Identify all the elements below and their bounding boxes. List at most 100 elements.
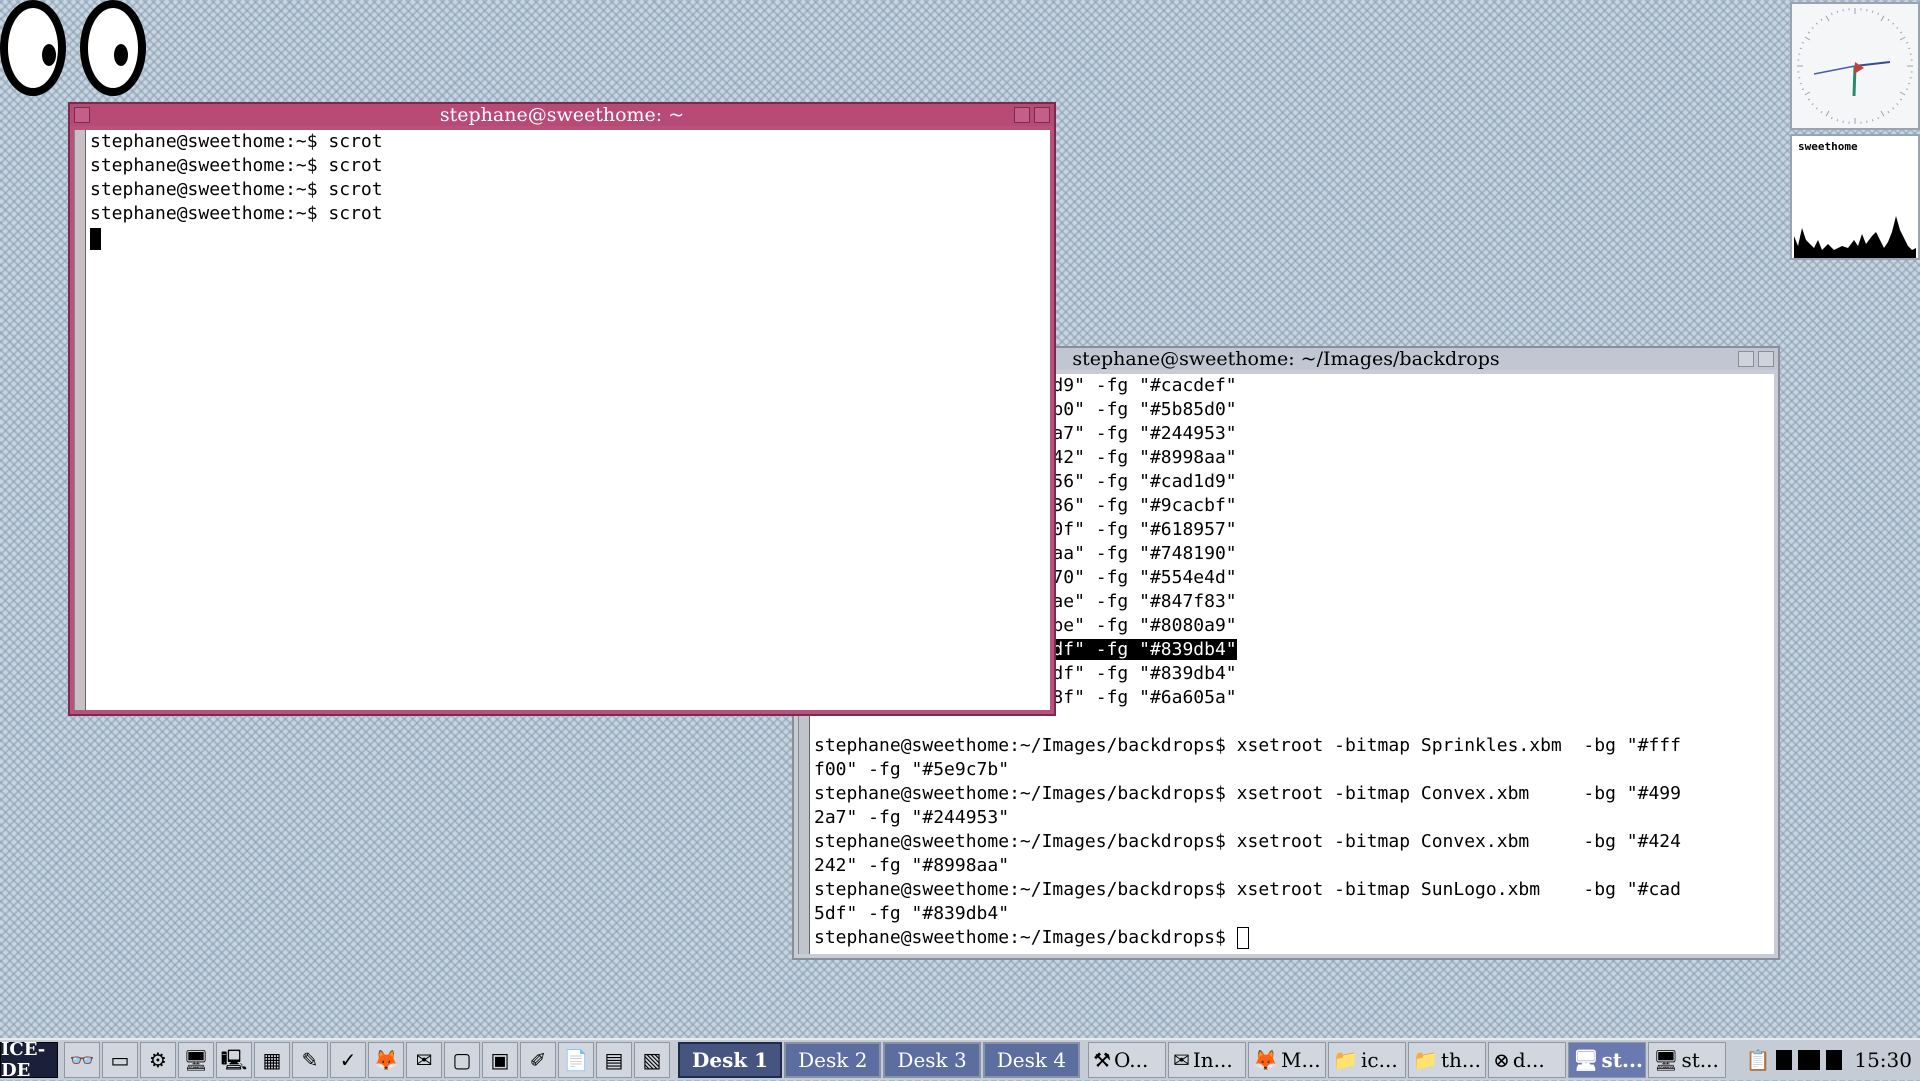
text-cursor <box>1237 927 1249 949</box>
launch-impress-button[interactable]: ▧ <box>634 1042 670 1078</box>
tool-icon: ⚒ <box>1093 1048 1111 1072</box>
task-label: st... <box>1602 1048 1643 1072</box>
workspace-switcher: Desk 1Desk 2Desk 3Desk 4 <box>678 1042 1082 1078</box>
prompt-text: stephane@sweethome:~/Images/backdrops$ <box>814 927 1237 948</box>
writer-icon: 📄 <box>564 1050 589 1070</box>
run-icon: ⚙ <box>149 1050 167 1070</box>
window-title: stephane@sweethome: ~ <box>440 104 684 126</box>
launch-writer-button[interactable]: 📄 <box>558 1042 594 1078</box>
window-list-icon: ▭ <box>111 1050 130 1070</box>
terminal-output[interactable]: stephane@sweethome:~$ scrotstephane@swee… <box>86 130 1050 710</box>
terminal-line: stephane@sweethome:~/Images/backdrops$ x… <box>814 878 1774 902</box>
folder-icon: 📁 <box>1333 1048 1358 1072</box>
minimize-button[interactable] <box>1738 351 1754 367</box>
launch-files-button[interactable]: ▢ <box>444 1042 480 1078</box>
terminal-line: f00" -fg "#5e9c7b" <box>814 758 1774 782</box>
task-button[interactable]: 🦊M... <box>1248 1042 1326 1078</box>
task-label: th... <box>1441 1048 1481 1072</box>
terminal-icon: 🖥 <box>183 1050 208 1070</box>
text-editor-icon: ✎ <box>302 1050 319 1070</box>
terminal-line: stephane@sweethome:~$ scrot <box>90 130 1050 154</box>
maximize-button[interactable] <box>1034 107 1050 123</box>
window-menu-button[interactable] <box>74 107 90 123</box>
text-cursor <box>90 228 101 250</box>
folder-icon: 📁 <box>1413 1048 1438 1072</box>
right-pupil <box>114 44 128 66</box>
task-label: O... <box>1114 1048 1148 1072</box>
image-viewer-icon: ▣ <box>491 1050 510 1070</box>
desk-2-button[interactable]: Desk 2 <box>784 1042 881 1078</box>
terminal-line: stephane@sweethome:~/Images/backdrops$ <box>814 926 1774 950</box>
start-menu-button[interactable]: ICE-DE <box>0 1042 58 1078</box>
launch-binoculars-button[interactable]: 👓 <box>64 1042 100 1078</box>
desk-4-button[interactable]: Desk 4 <box>983 1042 1080 1078</box>
terminal-line: stephane@sweethome:~/Images/backdrops$ x… <box>814 782 1774 806</box>
maximize-button[interactable] <box>1758 351 1774 367</box>
task-label: M... <box>1281 1048 1321 1072</box>
thunderbird-icon: ✉ <box>1173 1048 1190 1072</box>
vim-icon: ✓ <box>340 1050 357 1070</box>
terminal-window-home[interactable]: stephane@sweethome: ~ stephane@sweethome… <box>68 102 1056 716</box>
clock-time[interactable]: 15:30 <box>1854 1048 1912 1072</box>
terminal-line: stephane@sweethome:~$ scrot <box>90 202 1050 226</box>
clipboard-icon[interactable]: 📋 <box>1745 1048 1770 1072</box>
task-button[interactable]: 📁th... <box>1408 1042 1486 1078</box>
clock-face-icon <box>1792 4 1918 128</box>
memory-monitor-icon <box>1798 1050 1820 1070</box>
launch-firefox-button[interactable]: 🦊 <box>368 1042 404 1078</box>
task-button[interactable]: 🖥st... <box>1568 1042 1646 1078</box>
binoculars-icon: 👓 <box>70 1050 95 1070</box>
network-monitor-icon <box>1826 1050 1842 1070</box>
window-title: stephane@sweethome: ~/Images/backdrops <box>1072 348 1499 370</box>
files-icon: ▢ <box>453 1050 472 1070</box>
launch-image-viewer-button[interactable]: ▣ <box>482 1042 518 1078</box>
gimp-icon: ✐ <box>530 1050 547 1070</box>
task-button[interactable]: 🖥st... <box>1648 1042 1726 1078</box>
firefox-icon: 🦊 <box>374 1050 399 1070</box>
quick-launch: 👓 ▭ ⚙ 🖥 🖳▦ ✎ ✓ 🦊 ✉ ▢ ▣ ✐ 📄 ▤ ▧ <box>64 1042 672 1078</box>
terminal-icon: 🖥 <box>1653 1048 1678 1072</box>
desk-3-button[interactable]: Desk 3 <box>883 1042 980 1078</box>
load-graph-icon <box>1792 136 1918 258</box>
terminal-line: 242" -fg "#8998aa" <box>814 854 1774 878</box>
task-button[interactable]: ⚒O... <box>1088 1042 1166 1078</box>
xclock <box>1790 2 1920 130</box>
firefox-icon: 🦊 <box>1253 1048 1278 1072</box>
launch-gimp-button[interactable]: ✐ <box>520 1042 556 1078</box>
system-load-monitor: sweethome <box>1790 134 1920 260</box>
launch-terminal-button[interactable]: 🖥 <box>178 1042 214 1078</box>
task-label: st... <box>1682 1048 1719 1072</box>
cpu-monitor-icon <box>1776 1050 1792 1070</box>
desk-1-button[interactable]: Desk 1 <box>678 1042 782 1078</box>
launch-run-button[interactable]: ⚙ <box>140 1042 176 1078</box>
system-tray: 📋 15:30 <box>1745 1048 1920 1072</box>
launch-thunderbird-button[interactable]: ✉ <box>406 1042 442 1078</box>
task-button[interactable]: ✉In... <box>1168 1042 1246 1078</box>
terminal-line: stephane@sweethome:~$ scrot <box>90 154 1050 178</box>
titlebar[interactable]: stephane@sweethome: ~ <box>70 104 1054 126</box>
task-button[interactable]: ⊗d... <box>1488 1042 1566 1078</box>
calc-icon: ▤ <box>605 1050 624 1070</box>
scrollbar[interactable] <box>74 130 86 710</box>
launch-window-list-button[interactable]: ▭ <box>102 1042 138 1078</box>
impress-icon: ▧ <box>643 1050 662 1070</box>
app-icon: ⊗ <box>1493 1048 1510 1072</box>
task-button[interactable]: 📁ic... <box>1328 1042 1406 1078</box>
terminal-line: stephane@sweethome:~/Images/backdrops$ x… <box>814 734 1774 758</box>
xeyes <box>0 0 152 100</box>
task-list: ⚒O...✉In...🦊M...📁ic...📁th...⊗d...🖥st...🖥… <box>1088 1042 1728 1078</box>
task-label: d... <box>1513 1048 1545 1072</box>
terminal-line: 2a7" -fg "#244953" <box>814 806 1774 830</box>
terminal-icon: 🖥 <box>1573 1048 1598 1072</box>
right-eye <box>80 0 146 96</box>
left-eye <box>0 0 66 96</box>
launch-text-editor-button[interactable]: ✎ <box>292 1042 328 1078</box>
terminal-line: 5df" -fg "#839db4" <box>814 902 1774 926</box>
launch-calc-button[interactable]: ▤ <box>596 1042 632 1078</box>
minimize-button[interactable] <box>1014 107 1030 123</box>
launch-vim-button[interactable]: ✓ <box>330 1042 366 1078</box>
left-pupil <box>42 44 56 66</box>
taskbar: ICE-DE 👓▭⚙🖥🖳▦✎✓🦊✉▢▣✐📄▤▧ Desk 1Desk 2Desk… <box>0 1038 1920 1080</box>
launch-terminal-root-button[interactable]: 🖳 <box>216 1042 252 1078</box>
launch-calculator-button[interactable]: ▦ <box>254 1042 290 1078</box>
